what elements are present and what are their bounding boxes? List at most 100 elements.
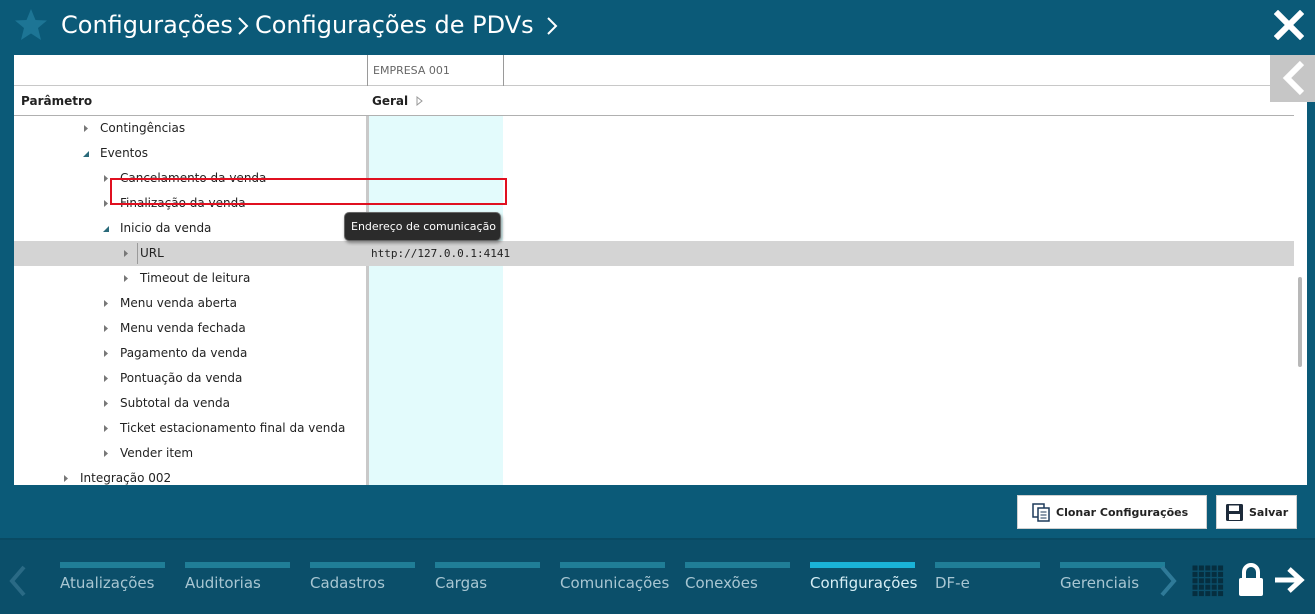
nav-item-label: Cargas [435,574,488,592]
star-icon [15,9,47,40]
tree-row-value[interactable]: http://127.0.0.1:4141 [371,241,510,266]
breadcrumb-item-pdvs[interactable]: Configurações de PDVs [255,8,534,42]
nav-item-label: Configurações [810,574,918,592]
tree-row[interactable]: Inicio da venda [14,216,1294,241]
breadcrumb-item-configuracoes[interactable]: Configurações [61,8,233,42]
collapsed-triangle-icon[interactable] [102,424,110,433]
expanded-triangle-icon[interactable] [82,149,90,158]
floppy-disk-icon [1226,503,1243,521]
save-button[interactable]: Salvar [1216,495,1297,529]
tree-row[interactable]: Pontuação da venda [14,366,1294,391]
clone-icon [1032,502,1050,522]
nav-item-label: Auditorias [185,574,261,592]
tree-row-label: Cancelamento da venda [120,171,267,185]
tree-row-label: Menu venda fechada [120,321,246,335]
tree-row[interactable]: Menu venda aberta [14,291,1294,316]
nav-item-bar [185,562,290,568]
nav-item-label: DF-e [935,574,970,592]
row-divider [137,243,138,264]
scrollbar-thumb[interactable] [1298,277,1302,367]
nav-item[interactable]: Atualizações [60,562,178,602]
nav-item[interactable]: Cargas [435,562,553,602]
nav-item-bar [310,562,415,568]
collapsed-triangle-icon[interactable] [102,349,110,358]
expanded-triangle-icon[interactable] [102,224,110,233]
general-column-header[interactable]: Geral [372,86,423,116]
nav-item[interactable]: Comunicações [560,562,678,602]
company-header-row: EMPRESA 001 [14,55,1307,86]
chevron-right-icon [233,8,255,42]
tree-row-label: Ticket estacionamento final da venda [120,421,346,435]
nav-item-label: Comunicações [560,574,670,592]
nav-prev-icon[interactable] [8,565,28,597]
tree-row[interactable]: Ticket estacionamento final da venda [14,416,1294,441]
collapsed-triangle-icon[interactable] [122,274,130,283]
nav-item[interactable]: Configurações [810,562,928,602]
tree-row[interactable]: Integração 002 [14,466,1294,485]
nav-item[interactable]: Conexões [685,562,803,602]
nav-item-label: Atualizações [60,574,155,592]
clone-settings-label: Clonar Configurações [1056,505,1189,519]
parameter-tree: Contingências Eventos Cancelamento da vend… [14,116,1294,485]
tree-row[interactable]: Contingências [14,116,1294,141]
collapsed-triangle-icon[interactable] [102,174,110,183]
close-icon[interactable] [1274,10,1304,40]
tree-row[interactable]: Menu venda fechada [14,316,1294,341]
column-header-row: Parâmetro Geral [14,86,1294,116]
tree-row[interactable]: Vender item [14,441,1294,466]
collapsed-triangle-icon[interactable] [122,249,130,258]
nav-item-bar [60,562,165,568]
collapsed-triangle-icon[interactable] [102,374,110,383]
nav-item-label: Gerenciais [1060,574,1140,592]
tree-row-label: URL [140,246,164,260]
grid-icon[interactable] [1192,565,1224,597]
tree-row[interactable]: Eventos [14,141,1294,166]
breadcrumb: Configurações Configurações de PDVs [61,8,564,42]
clone-settings-button[interactable]: Clonar Configurações [1017,495,1207,529]
collapsed-triangle-icon[interactable] [102,449,110,458]
tree-row-label: Integração 002 [80,471,172,485]
nav-item-label: Conexões [685,574,758,592]
nav-item-bar [1060,562,1165,568]
tree-row[interactable]: Subtotal da venda [14,391,1294,416]
tree-row[interactable]: Timeout de leitura [14,266,1294,291]
save-label: Salvar [1249,505,1289,519]
tree-row-label: Eventos [100,146,148,160]
tree-row[interactable]: Cancelamento da venda [14,166,1294,191]
collapsed-triangle-icon[interactable] [102,324,110,333]
tree-row-label: Vender item [120,446,194,460]
tree-row-label: Finalização da venda [120,196,246,210]
tree-row-label: Pontuação da venda [120,371,243,385]
collapsed-triangle-icon[interactable] [82,124,90,133]
nav-item-bar [435,562,540,568]
tree-row-label: Subtotal da venda [120,396,230,410]
tree-row[interactable]: Pagamento da venda [14,341,1294,366]
collapsed-triangle-icon[interactable] [102,299,110,308]
nav-item[interactable]: Cadastros [310,562,428,602]
nav-next-icon[interactable] [1158,565,1178,597]
nav-item-bar [560,562,665,568]
collapsed-triangle-icon[interactable] [102,199,110,208]
general-column-label: Geral [372,94,409,108]
lock-icon[interactable] [1237,563,1265,597]
nav-item-label: Cadastros [310,574,385,592]
tree-row-label: Inicio da venda [120,221,212,235]
tree-row-label: Pagamento da venda [120,346,248,360]
nav-item[interactable]: DF-e [935,562,1053,602]
parameter-column-header: Parâmetro [21,94,93,108]
expand-right-icon[interactable] [416,96,423,106]
config-panel: EMPRESA 001 Parâmetro Geral Contingência… [14,55,1307,485]
nav-item[interactable]: Auditorias [185,562,303,602]
nav-item-bar [935,562,1040,568]
chevron-left-icon [1282,61,1305,95]
collapsed-triangle-icon[interactable] [102,399,110,408]
arrow-right-icon[interactable] [1273,566,1305,594]
tree-row[interactable]: Finalização da venda [14,191,1294,216]
collapse-panel-button[interactable] [1270,55,1315,102]
collapsed-triangle-icon[interactable] [62,474,70,483]
header: Configurações Configurações de PDVs [0,0,1315,55]
nav-item-bar [685,562,790,568]
tree-row[interactable]: URL http://127.0.0.1:4141 [14,241,1294,266]
tooltip: Endereço de comunicação [344,212,501,241]
tree-row-label: Timeout de leitura [140,271,251,285]
